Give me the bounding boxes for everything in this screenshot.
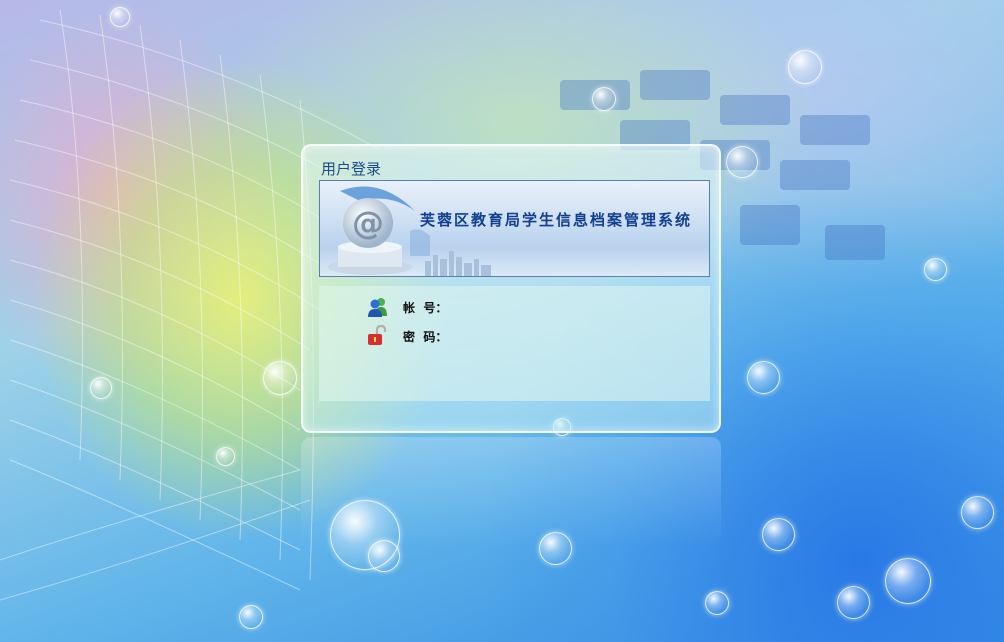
- password-label: 密 码：: [403, 329, 448, 344]
- login-panel: 用户登录 @ 芙蓉区教育局学生信息档案管理系统 帐 号： 密 码：: [301, 144, 721, 433]
- bubble: [216, 447, 235, 466]
- login-page: 用户登录 @ 芙蓉区教育局学生信息档案管理系统 帐 号： 密 码：: [0, 0, 1004, 642]
- bubble: [961, 496, 994, 529]
- account-label: 帐 号：: [403, 300, 448, 315]
- padlock-icon: [368, 325, 387, 345]
- bubble: [837, 586, 870, 619]
- bubble: [90, 377, 112, 399]
- system-banner: @ 芙蓉区教育局学生信息档案管理系统: [319, 180, 710, 277]
- users-icon: [368, 298, 387, 317]
- panel-reflection: [301, 437, 721, 547]
- svg-text:@: @: [352, 204, 384, 242]
- bubble: [239, 605, 263, 629]
- bubble: [592, 87, 616, 111]
- panel-title: 用户登录: [321, 160, 382, 178]
- system-name: 芙蓉区教育局学生信息档案管理系统: [420, 211, 693, 229]
- bubble: [747, 361, 780, 394]
- bubble: [705, 591, 729, 615]
- city-skyline: [425, 251, 491, 276]
- bubble: [726, 146, 758, 178]
- bubble: [885, 558, 931, 604]
- bubble: [762, 518, 795, 551]
- at-sign-icon: @: [328, 186, 430, 275]
- account-row[interactable]: 帐 号：: [367, 296, 447, 318]
- bubble: [924, 258, 947, 281]
- bubble: [263, 361, 297, 395]
- bubble: [110, 7, 130, 27]
- bubble: [788, 50, 822, 84]
- password-row[interactable]: 密 码：: [367, 325, 447, 347]
- login-form: 帐 号： 密 码：: [319, 286, 710, 401]
